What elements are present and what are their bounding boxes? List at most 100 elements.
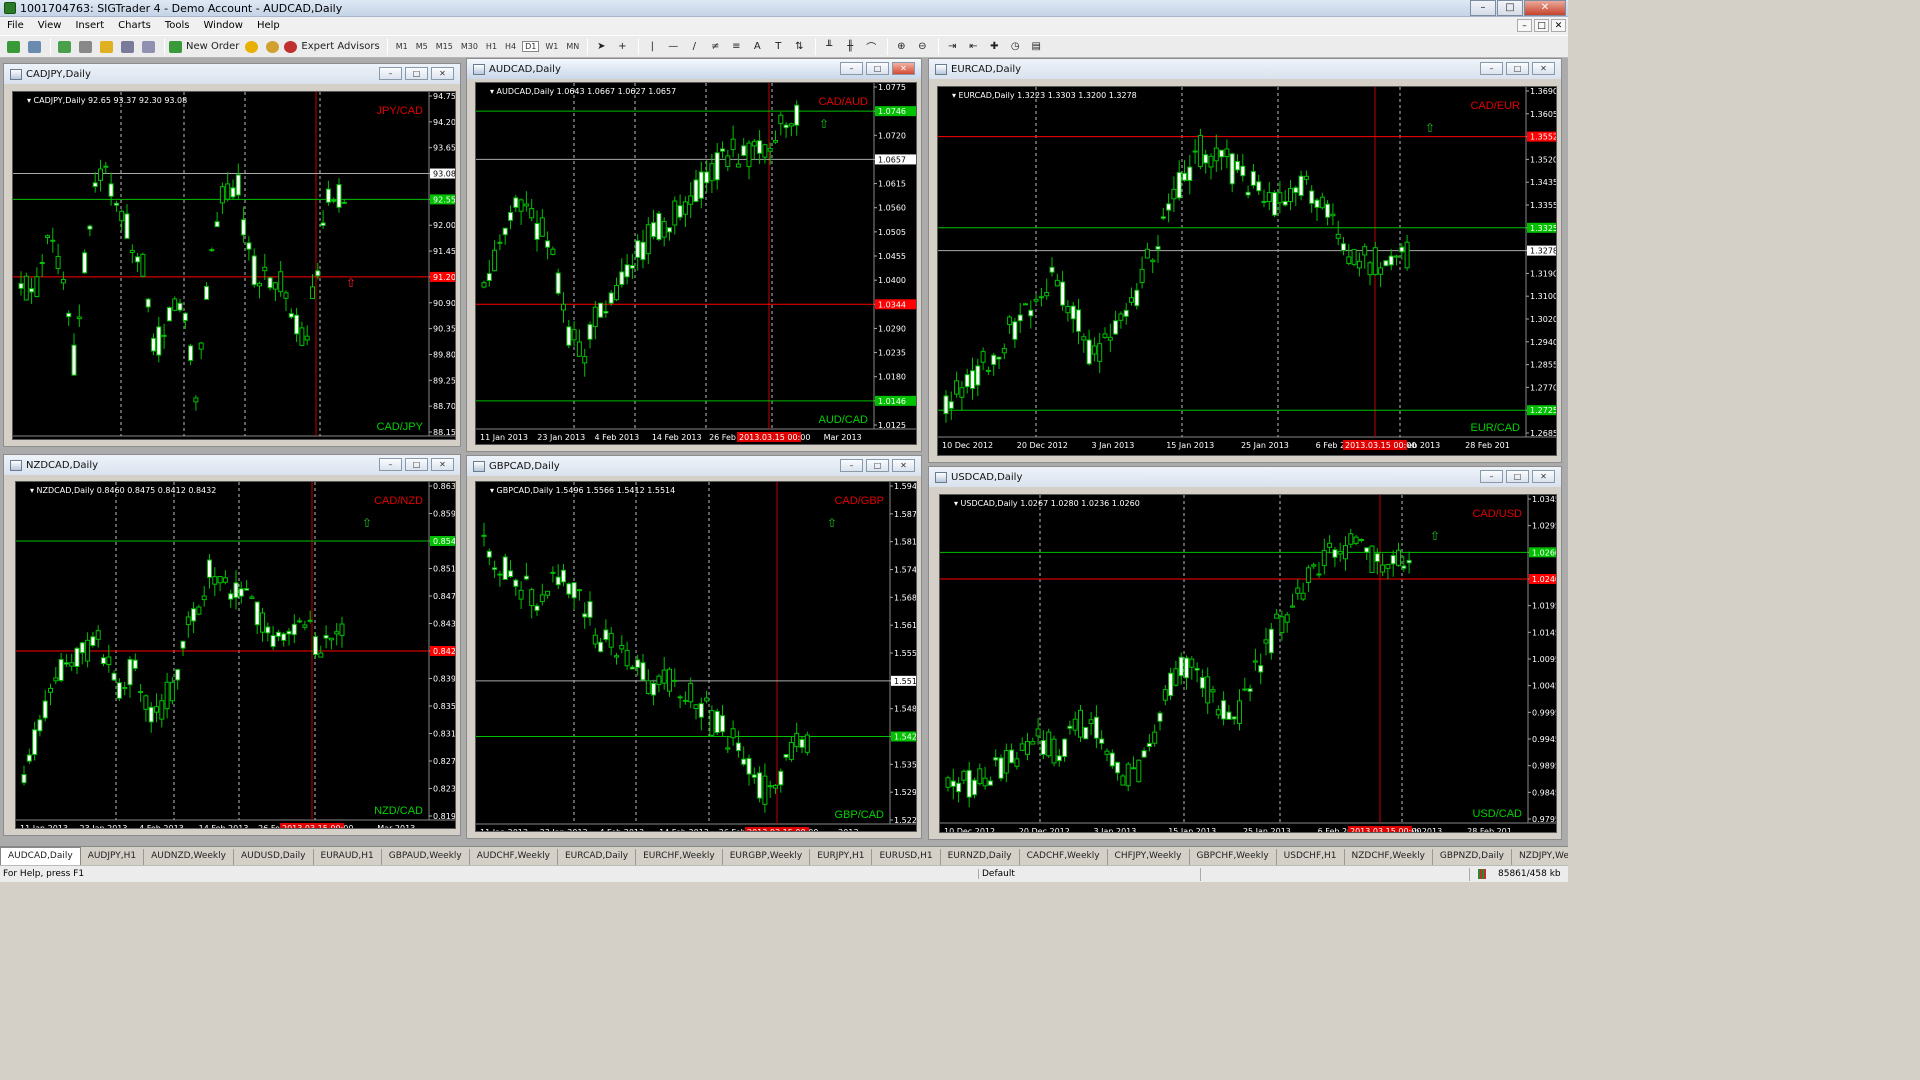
chart-close-button[interactable]: ✕ — [431, 67, 454, 80]
trade-arrow-icon[interactable]: ⇧ — [827, 516, 837, 530]
chart-tab[interactable]: GBPNZD,Daily — [1433, 849, 1512, 865]
chart-maximize-button[interactable]: □ — [405, 67, 428, 80]
trendline-icon[interactable]: / — [685, 38, 703, 56]
mdi-minimize-button[interactable]: – — [1517, 19, 1532, 32]
chart-tab[interactable]: EURJPY,H1 — [810, 849, 873, 865]
chart-canvas[interactable]: 94.75 94.20 93.65 93.08 92.55 92.00 91.45 91.20… — [13, 92, 456, 440]
line-chart-icon[interactable]: ⌒ — [862, 38, 880, 56]
data-window-button[interactable] — [76, 38, 94, 56]
chart-window-eurcad[interactable]: EURCAD,Daily–□✕ 1.36901.36051.35521.35201… — [928, 58, 1562, 463]
chart-shift-icon[interactable]: ⇤ — [964, 38, 982, 56]
trade-arrow-icon[interactable]: ⇧ — [1430, 529, 1440, 543]
zoom-out-icon[interactable]: ⊖ — [913, 38, 931, 56]
autotrading-icon[interactable] — [263, 38, 281, 56]
chart-close-button[interactable]: ✕ — [1532, 470, 1555, 483]
mdi-close-button[interactable]: ✕ — [1551, 19, 1566, 32]
chart-tab[interactable]: AUDJPY,H1 — [81, 849, 145, 865]
zoom-in-icon[interactable]: ⊕ — [892, 38, 910, 56]
profiles-button[interactable] — [25, 38, 43, 56]
strategy-tester-button[interactable] — [139, 38, 157, 56]
new-chart-button[interactable] — [4, 38, 22, 56]
menu-tools[interactable]: Tools — [158, 17, 197, 35]
chart-plot-cadjpy[interactable]: 94.75 94.20 93.65 93.08 92.55 92.00 91.45 91.20… — [12, 91, 456, 440]
chart-canvas[interactable]: 1.0775 1.0746 1.0720 1.0657 1.0615 1.0560 1.05… — [476, 83, 917, 445]
metaeditor-button[interactable] — [242, 38, 260, 56]
expert-advisors-button[interactable]: Expert Advisors — [284, 38, 380, 56]
chart-tab[interactable]: EURAUD,H1 — [314, 849, 382, 865]
chart-tab[interactable]: AUDCAD,Daily — [0, 847, 81, 865]
chart-window-header[interactable]: NZDCAD,Daily – □ ✕ — [4, 455, 460, 475]
chart-plot-nzdcad[interactable]: 0.8635 0.8595 0.8546 0.8515 0.8475 0.8435 0.84… — [15, 481, 456, 829]
auto-scroll-icon[interactable]: ⇥ — [943, 38, 961, 56]
chart-maximize-button[interactable]: □ — [1506, 62, 1529, 75]
new-order-button[interactable]: New Order — [169, 38, 239, 56]
close-button[interactable]: ✕ — [1524, 0, 1566, 16]
timeframe-m1[interactable]: M1 — [394, 42, 410, 51]
timeframe-m30[interactable]: M30 — [459, 42, 480, 51]
chart-window-header[interactable]: AUDCAD,Daily – □ ✕ — [467, 59, 921, 79]
menu-charts[interactable]: Charts — [111, 17, 158, 35]
timeframe-h1[interactable]: H1 — [484, 42, 499, 51]
chart-tab[interactable]: NZDCHF,Weekly — [1345, 849, 1433, 865]
chart-plot-audcad[interactable]: 1.0775 1.0746 1.0720 1.0657 1.0615 1.0560 1.05… — [475, 82, 917, 445]
chart-window-gbpcad[interactable]: GBPCAD,Daily–□✕1.59401.58751.58101.57451… — [466, 455, 922, 839]
chart-tab[interactable]: EURGBP,Weekly — [723, 849, 811, 865]
chart-tab[interactable]: CADCHF,Weekly — [1020, 849, 1108, 865]
chart-minimize-button[interactable]: – — [1480, 62, 1503, 75]
chart-maximize-button[interactable]: □ — [866, 62, 889, 75]
indicators-icon[interactable]: ✚ — [985, 38, 1003, 56]
chart-close-button[interactable]: ✕ — [892, 62, 915, 75]
templates-icon[interactable]: ▤ — [1027, 38, 1045, 56]
maximize-button[interactable]: □ — [1497, 0, 1523, 16]
chart-minimize-button[interactable]: – — [840, 459, 863, 472]
chart-maximize-button[interactable]: □ — [1506, 470, 1529, 483]
market-watch-button[interactable] — [55, 38, 73, 56]
timeframe-m5[interactable]: M5 — [414, 42, 430, 51]
mdi-restore-button[interactable]: □ — [1534, 19, 1549, 32]
chart-window-cadjpy[interactable]: CADJPY,Daily –□✕ 94.75 94.20 93.65 93.08 92.55… — [3, 63, 461, 447]
chart-tab[interactable]: EURCAD,Daily — [558, 849, 637, 865]
menu-window[interactable]: Window — [197, 17, 250, 35]
chart-plot-eurcad[interactable]: 1.3690 1.3605 1.3552 1.3520 1.3435 1.3355 1.33… — [937, 86, 1557, 456]
chart-canvas[interactable]: 1.5940 1.5875 1.5810 1.5745 1.5680 1.5615 1.55… — [476, 482, 917, 832]
text-tool-icon[interactable]: A — [748, 38, 766, 56]
periods-icon[interactable]: ◷ — [1006, 38, 1024, 56]
trade-arrow-icon[interactable]: ⇧ — [819, 117, 829, 131]
chart-window-header[interactable]: USDCAD,Daily – □ ✕ — [929, 467, 1561, 487]
arrows-icon[interactable]: ⇅ — [790, 38, 808, 56]
chart-window-audcad[interactable]: AUDCAD,Daily–□✕ 1.07751.07461.07201.06571… — [466, 58, 922, 452]
timeframe-d1[interactable]: D1 — [522, 41, 540, 52]
chart-minimize-button[interactable]: – — [379, 458, 402, 471]
trade-arrow-icon[interactable]: ⇧ — [1425, 121, 1435, 135]
status-profile[interactable]: Default — [978, 869, 1015, 879]
fibonacci-icon[interactable]: ≡ — [727, 38, 745, 56]
text-label-icon[interactable]: T — [769, 38, 787, 56]
chart-close-button[interactable]: ✕ — [431, 458, 454, 471]
timeframe-mn[interactable]: MN — [564, 42, 581, 51]
chart-plot-usdcad[interactable]: 1.0345 1.0295 1.0260 1.0240 1.0195 1.0145 1.00… — [939, 494, 1557, 833]
horizontal-line-icon[interactable]: — — [664, 38, 682, 56]
chart-tab[interactable]: GBPCHF,Weekly — [1190, 849, 1277, 865]
vertical-line-icon[interactable]: | — [643, 38, 661, 56]
timeframe-w1[interactable]: W1 — [543, 42, 560, 51]
chart-window-header[interactable]: CADJPY,Daily – □ ✕ — [4, 64, 460, 84]
chart-window-header[interactable]: EURCAD,Daily – □ ✕ — [929, 59, 1561, 79]
chart-window-usdcad[interactable]: USDCAD,Daily–□✕ 1.03451.02951.02601.02401… — [928, 466, 1562, 840]
chart-minimize-button[interactable]: – — [1480, 470, 1503, 483]
menu-help[interactable]: Help — [250, 17, 287, 35]
chart-window-nzdcad[interactable]: NZDCAD,Daily–□✕ 0.86350.85950.85460.85150… — [3, 454, 461, 836]
chart-tab[interactable]: CHFJPY,Weekly — [1108, 849, 1190, 865]
chart-canvas[interactable]: 0.8635 0.8595 0.8546 0.8515 0.8475 0.8435 0.84… — [16, 482, 456, 829]
navigator-button[interactable] — [97, 38, 115, 56]
chart-minimize-button[interactable]: – — [840, 62, 863, 75]
timeframe-m15[interactable]: M15 — [434, 42, 455, 51]
crosshair-tool-icon[interactable]: + — [613, 38, 631, 56]
minimize-button[interactable]: – — [1470, 0, 1496, 16]
menu-insert[interactable]: Insert — [68, 17, 111, 35]
bar-chart-icon[interactable]: ╨ — [820, 38, 838, 56]
trade-arrow-icon[interactable]: ⇧ — [346, 276, 356, 290]
chart-tab[interactable]: AUDUSD,Daily — [234, 849, 314, 865]
chart-tab[interactable]: EURCHF,Weekly — [636, 849, 723, 865]
chart-tab[interactable]: GBPAUD,Weekly — [382, 849, 470, 865]
terminal-button[interactable] — [118, 38, 136, 56]
